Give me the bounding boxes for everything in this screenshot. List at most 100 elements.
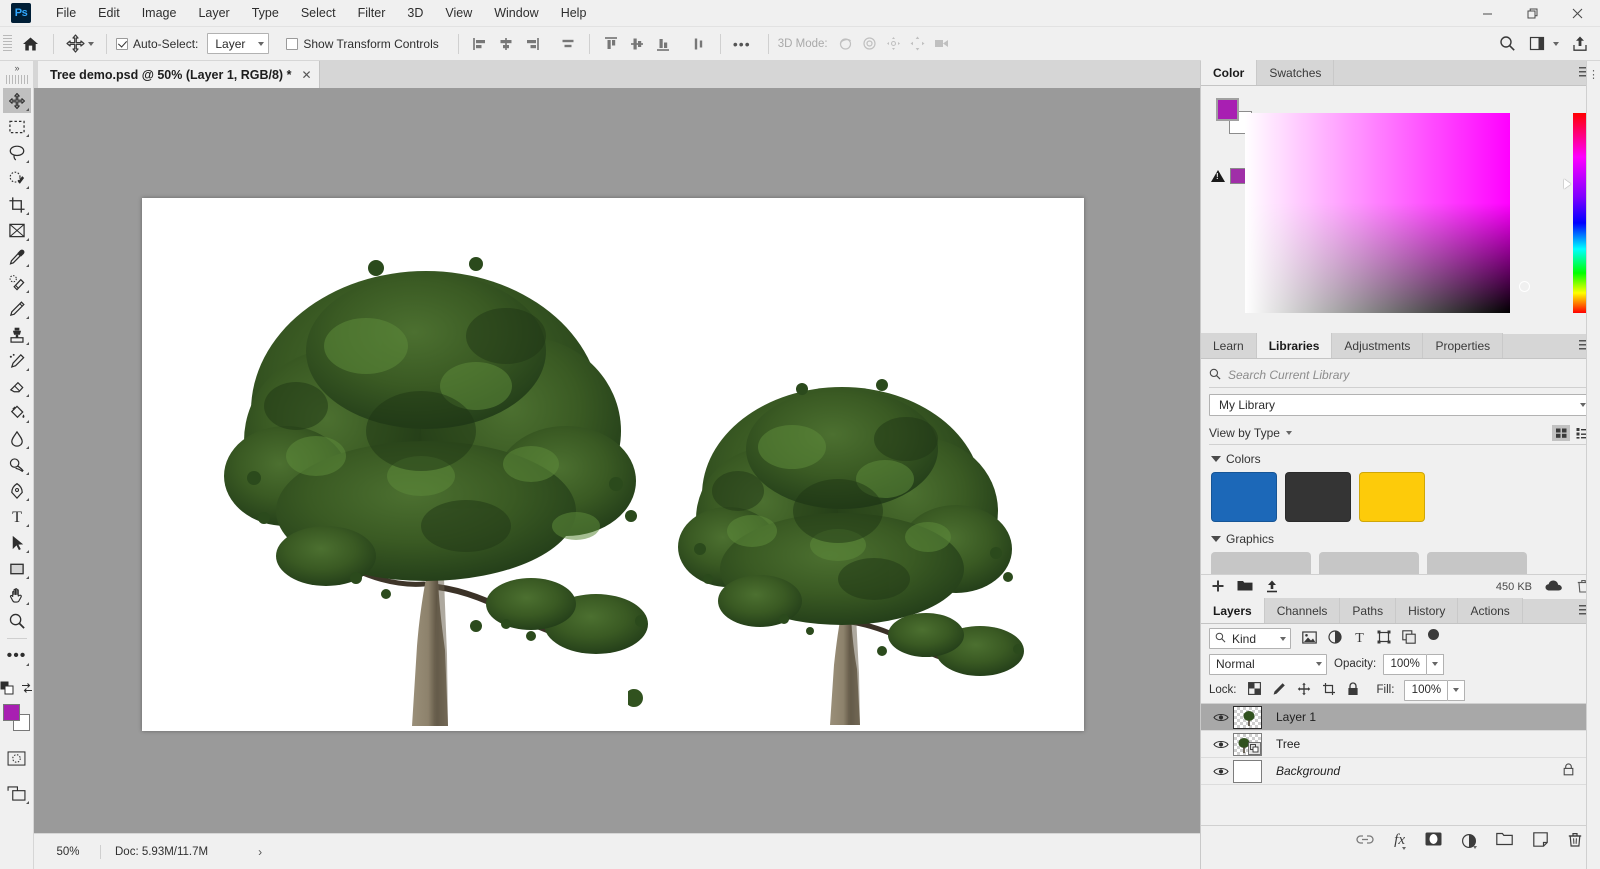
canvas-work-area[interactable] bbox=[34, 88, 1200, 833]
color-swatch-blue[interactable] bbox=[1211, 472, 1277, 522]
screen-mode-icon[interactable] bbox=[3, 781, 31, 806]
menu-filter[interactable]: Filter bbox=[347, 2, 397, 25]
paint-bucket-tool[interactable] bbox=[3, 400, 31, 425]
orbit-3d-icon[interactable] bbox=[834, 32, 858, 56]
lock-position-icon[interactable] bbox=[1297, 682, 1311, 699]
menu-image[interactable]: Image bbox=[131, 2, 188, 25]
toolbar-grip[interactable] bbox=[5, 75, 28, 84]
menu-file[interactable]: File bbox=[45, 2, 87, 25]
layer-thumbnail[interactable] bbox=[1233, 732, 1262, 756]
zoom-tool[interactable] bbox=[3, 608, 31, 633]
color-picker-marker[interactable] bbox=[1519, 281, 1530, 292]
new-layer-icon[interactable] bbox=[1533, 831, 1548, 850]
cloud-icon[interactable] bbox=[1545, 579, 1564, 595]
foreground-color-swatch[interactable] bbox=[2, 704, 20, 721]
tab-properties[interactable]: Properties bbox=[1423, 333, 1504, 358]
color-swatch-dark[interactable] bbox=[1285, 472, 1351, 522]
color-spectrum[interactable] bbox=[1245, 113, 1530, 313]
crop-tool[interactable] bbox=[3, 192, 31, 217]
clone-stamp-tool[interactable] bbox=[3, 322, 31, 347]
spot-healing-brush-tool[interactable] bbox=[3, 270, 31, 295]
section-header-colors[interactable]: Colors bbox=[1201, 448, 1600, 470]
dodge-tool[interactable] bbox=[3, 452, 31, 477]
menu-select[interactable]: Select bbox=[290, 2, 347, 25]
distribute-horizontal-icon[interactable] bbox=[556, 32, 580, 56]
search-icon[interactable] bbox=[1495, 32, 1519, 56]
grid-view-icon[interactable] bbox=[1552, 424, 1570, 441]
document-tab[interactable]: Tree demo.psd @ 50% (Layer 1, RGB/8) * ✕ bbox=[38, 61, 320, 88]
upload-icon[interactable] bbox=[1265, 579, 1279, 596]
layer-visibility-icon[interactable] bbox=[1209, 739, 1233, 750]
layer-style-fx-icon[interactable]: fx bbox=[1394, 832, 1406, 850]
layer-thumbnail[interactable] bbox=[1233, 705, 1262, 729]
library-search-row[interactable]: Search Current Library bbox=[1209, 365, 1592, 388]
expand-panels-icon[interactable]: ⋮ bbox=[1587, 68, 1600, 81]
table-row[interactable]: Layer 1 bbox=[1201, 704, 1600, 731]
lock-transparent-pixels-icon[interactable] bbox=[1247, 682, 1261, 698]
lock-image-pixels-icon[interactable] bbox=[1272, 682, 1286, 699]
distribute-vertical-icon[interactable] bbox=[687, 32, 711, 56]
swap-colors-icon[interactable] bbox=[21, 682, 33, 697]
close-document-icon[interactable]: ✕ bbox=[301, 68, 311, 82]
auto-select-scope-dropdown[interactable]: Layer bbox=[207, 33, 270, 54]
menu-window[interactable]: Window bbox=[483, 2, 549, 25]
menu-layer[interactable]: Layer bbox=[187, 2, 240, 25]
view-by-dropdown[interactable]: View by Type bbox=[1209, 426, 1292, 440]
menu-edit[interactable]: Edit bbox=[87, 2, 131, 25]
smart-object-filter-icon[interactable] bbox=[1402, 630, 1416, 647]
align-left-edges-icon[interactable] bbox=[468, 32, 492, 56]
collapse-toolbar-icon[interactable]: » bbox=[0, 61, 34, 75]
fill-slider-chevron-icon[interactable] bbox=[1448, 679, 1466, 701]
filter-enable-toggle[interactable] bbox=[1427, 629, 1440, 648]
tab-learn[interactable]: Learn bbox=[1201, 333, 1257, 358]
graphic-item[interactable] bbox=[1211, 552, 1311, 574]
tab-history[interactable]: History bbox=[1396, 598, 1459, 623]
frame-tool[interactable] bbox=[3, 218, 31, 243]
align-bottom-edges-icon[interactable] bbox=[651, 32, 675, 56]
opacity-control[interactable]: 100% bbox=[1383, 653, 1445, 675]
shape-filter-icon[interactable] bbox=[1377, 630, 1391, 647]
blend-mode-dropdown[interactable]: Normal bbox=[1209, 653, 1327, 675]
more-options-icon[interactable]: ••• bbox=[730, 32, 754, 56]
filter-kind-dropdown[interactable]: Kind bbox=[1209, 628, 1291, 649]
new-adjustment-layer-icon[interactable] bbox=[1462, 833, 1477, 849]
tab-paths[interactable]: Paths bbox=[1340, 598, 1397, 623]
menu-view[interactable]: View bbox=[434, 2, 483, 25]
menu-3d[interactable]: 3D bbox=[396, 2, 434, 25]
pan-3d-icon[interactable] bbox=[882, 32, 906, 56]
default-colors-icon[interactable] bbox=[0, 681, 14, 698]
blur-tool[interactable] bbox=[3, 426, 31, 451]
close-button[interactable] bbox=[1555, 0, 1600, 27]
slide-3d-icon[interactable] bbox=[906, 32, 930, 56]
maximize-button[interactable] bbox=[1510, 0, 1555, 27]
graphic-item[interactable] bbox=[1319, 552, 1419, 574]
color-swatch-yellow[interactable] bbox=[1359, 472, 1425, 522]
gamut-alternate-swatch[interactable] bbox=[1230, 168, 1246, 184]
roll-3d-icon[interactable] bbox=[858, 32, 882, 56]
menu-type[interactable]: Type bbox=[241, 2, 290, 25]
zoom-level-field[interactable]: 50% bbox=[34, 846, 94, 858]
tab-adjustments[interactable]: Adjustments bbox=[1332, 333, 1424, 358]
add-element-icon[interactable] bbox=[1211, 579, 1225, 596]
align-right-edges-icon[interactable] bbox=[520, 32, 544, 56]
minimize-button[interactable] bbox=[1465, 0, 1510, 27]
section-header-graphics[interactable]: Graphics bbox=[1201, 528, 1600, 550]
gamut-warning-icon[interactable] bbox=[1211, 170, 1225, 182]
table-row[interactable]: Tree bbox=[1201, 731, 1600, 758]
opacity-value[interactable]: 100% bbox=[1383, 653, 1428, 675]
type-tool[interactable]: T bbox=[3, 504, 31, 529]
tab-libraries[interactable]: Libraries bbox=[1256, 333, 1333, 358]
hand-tool[interactable] bbox=[3, 582, 31, 607]
layer-thumbnail[interactable] bbox=[1233, 759, 1262, 783]
workspace-chevron-icon[interactable] bbox=[1553, 41, 1559, 46]
new-group-icon[interactable] bbox=[1496, 832, 1513, 849]
type-filter-icon[interactable]: T bbox=[1353, 630, 1366, 647]
adjustment-filter-icon[interactable] bbox=[1328, 630, 1342, 647]
add-layer-mask-icon[interactable] bbox=[1425, 832, 1442, 849]
table-row[interactable]: Background bbox=[1201, 758, 1600, 785]
rectangle-tool[interactable] bbox=[3, 556, 31, 581]
hue-slider-marker[interactable] bbox=[1564, 179, 1571, 189]
tab-swatches[interactable]: Swatches bbox=[1257, 60, 1335, 85]
fill-control[interactable]: 100% bbox=[1404, 679, 1466, 701]
share-icon[interactable] bbox=[1568, 32, 1592, 56]
